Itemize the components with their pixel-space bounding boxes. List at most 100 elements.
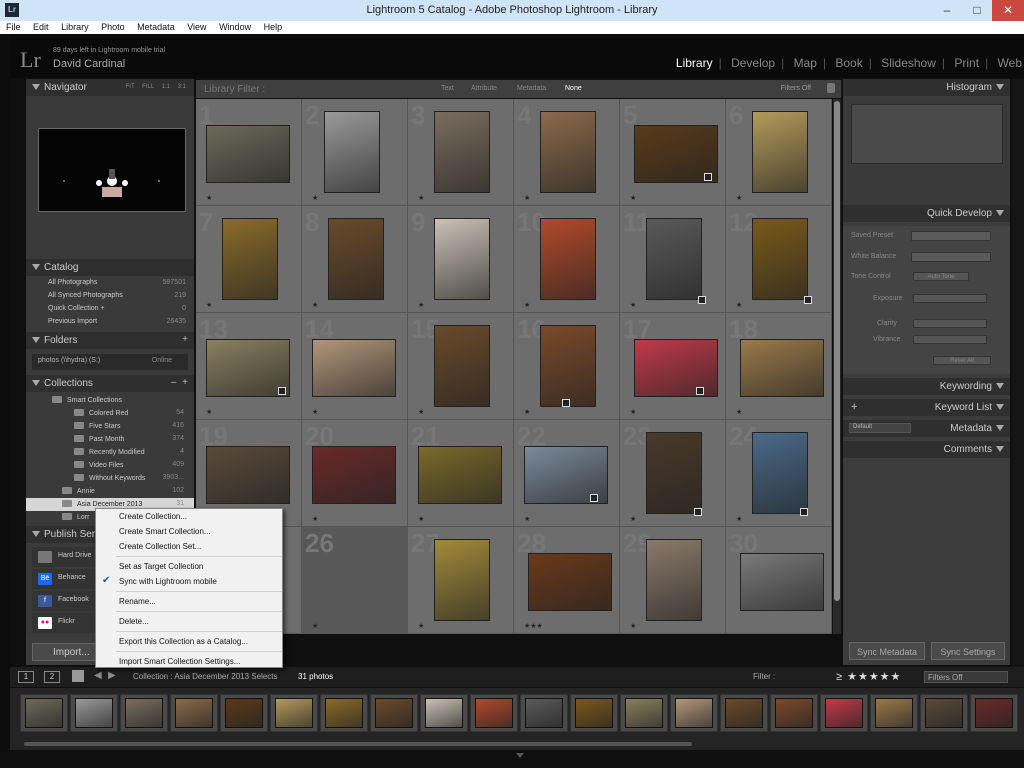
sync-metadata-button[interactable]: Sync Metadata: [849, 642, 925, 660]
grid-cell[interactable]: 17 ★: [620, 313, 726, 420]
star-rating[interactable]: ★★★: [524, 622, 543, 630]
menu-library[interactable]: Library: [61, 21, 89, 32]
grid-cell[interactable]: 11 ★: [620, 206, 726, 313]
primary-window-button[interactable]: 1: [18, 671, 34, 683]
star-rating[interactable]: ★: [312, 301, 318, 309]
photo-thumbnail[interactable]: [540, 218, 596, 300]
filmstrip-thumbnail[interactable]: [870, 694, 918, 732]
grid-view-icon[interactable]: [72, 670, 84, 682]
grid-scroll-thumb[interactable]: [834, 101, 840, 601]
photo-thumbnail[interactable]: [752, 432, 808, 514]
filter-attribute-tab[interactable]: Attribute: [471, 85, 497, 92]
edit-badge-icon[interactable]: [694, 508, 702, 516]
grid-cell[interactable]: 5 ★: [620, 99, 726, 206]
edit-badge-icon[interactable]: [804, 296, 812, 304]
grid-cell[interactable]: 23 ★: [620, 420, 726, 527]
photo-thumbnail[interactable]: [528, 553, 612, 611]
photo-thumbnail[interactable]: [646, 539, 702, 621]
photo-thumbnail[interactable]: [740, 339, 824, 397]
filter-metadata-tab[interactable]: Metadata: [517, 85, 546, 92]
photo-thumbnail[interactable]: [646, 218, 702, 300]
filmstrip-thumbnail[interactable]: [770, 694, 818, 732]
trial-notice[interactable]: 89 days left in Lightroom mobile trial: [53, 47, 165, 54]
star-rating[interactable]: ★: [630, 408, 636, 416]
filmstrip-filter-dropdown[interactable]: Filters Off: [924, 671, 1008, 683]
filmstrip-thumbnail[interactable]: [720, 694, 768, 732]
zoom-fit[interactable]: FIT: [126, 84, 135, 90]
minimize-button[interactable]: –: [932, 0, 962, 21]
collections-header[interactable]: Collections – +: [26, 375, 194, 392]
filmstrip-thumbnail[interactable]: [70, 694, 118, 732]
add-collection-button[interactable]: +: [182, 377, 188, 388]
histogram-header[interactable]: Histogram: [843, 79, 1010, 96]
module-print[interactable]: Print: [954, 56, 979, 70]
photo-thumbnail[interactable]: [222, 218, 278, 300]
filmstrip-thumbnail[interactable]: [20, 694, 68, 732]
edit-badge-icon[interactable]: [696, 387, 704, 395]
filmstrip-thumbnail[interactable]: [420, 694, 468, 732]
star-rating[interactable]: ★: [312, 194, 318, 202]
filmstrip-thumbnail[interactable]: [620, 694, 668, 732]
menu-view[interactable]: View: [187, 21, 206, 32]
menu-export-catalog[interactable]: Export this Collection as a Catalog...: [96, 634, 282, 649]
clarity-stepper[interactable]: [913, 319, 987, 328]
photo-thumbnail[interactable]: [206, 446, 290, 504]
photo-thumbnail[interactable]: [434, 111, 490, 193]
filmstrip-thumbnail[interactable]: [670, 694, 718, 732]
edit-badge-icon[interactable]: [278, 387, 286, 395]
sync-settings-button[interactable]: Sync Settings: [931, 642, 1005, 660]
grid-cell[interactable]: 24 ★: [726, 420, 832, 527]
grid-cell[interactable]: 18 ★: [726, 313, 832, 420]
keyword-list-header[interactable]: + Keyword List: [843, 399, 1010, 416]
menu-create-collection[interactable]: Create Collection...: [96, 509, 282, 524]
filmstrip-source[interactable]: Collection : Asia December 2013 Selects: [133, 672, 278, 681]
smart-collection-item[interactable]: Colored Red 54: [26, 407, 194, 420]
photo-thumbnail[interactable]: [752, 218, 808, 300]
filmstrip-thumbnail[interactable]: [970, 694, 1018, 732]
catalog-row-all[interactable]: All Photographs 597501: [26, 277, 194, 290]
filmstrip-thumbnail[interactable]: [570, 694, 618, 732]
grid-cell[interactable]: 28 ★★★: [514, 527, 620, 634]
smart-collection-item[interactable]: Without Keywords 3903...: [26, 472, 194, 485]
photo-thumbnail[interactable]: [206, 125, 290, 183]
star-rating[interactable]: ★: [524, 408, 530, 416]
star-rating[interactable]: ★: [312, 515, 318, 523]
star-rating[interactable]: ★: [630, 194, 636, 202]
star-rating[interactable]: ★: [524, 194, 530, 202]
module-slideshow[interactable]: Slideshow: [881, 56, 936, 70]
star-rating[interactable]: ★: [206, 408, 212, 416]
photo-thumbnail[interactable]: [418, 446, 502, 504]
menu-edit[interactable]: Edit: [33, 21, 49, 32]
star-rating[interactable]: ★: [630, 301, 636, 309]
photo-thumbnail[interactable]: [434, 325, 490, 407]
photo-thumbnail[interactable]: [312, 446, 396, 504]
forward-arrow-icon[interactable]: ▶: [108, 670, 116, 681]
star-rating[interactable]: ★: [736, 194, 742, 202]
edit-badge-icon[interactable]: [562, 399, 570, 407]
catalog-row-synced[interactable]: All Synced Photographs 219: [26, 290, 194, 303]
module-develop[interactable]: Develop: [731, 56, 775, 70]
menu-set-target[interactable]: Set as Target Collection: [96, 559, 282, 574]
menu-delete[interactable]: Delete...: [96, 614, 282, 629]
filmstrip-thumbnail[interactable]: [170, 694, 218, 732]
edit-badge-icon[interactable]: [590, 494, 598, 502]
grid-cell[interactable]: 21 ★: [408, 420, 514, 527]
menu-photo[interactable]: Photo: [101, 21, 125, 32]
grid-cell[interactable]: 3 ★: [408, 99, 514, 206]
metadata-header[interactable]: Default Metadata: [843, 420, 1010, 437]
grid-cell[interactable]: 14 ★: [302, 313, 408, 420]
grid-cell[interactable]: 30: [726, 527, 832, 634]
smart-collection-item[interactable]: Five Stars 416: [26, 420, 194, 433]
menu-create-smart-collection[interactable]: Create Smart Collection...: [96, 524, 282, 539]
photo-thumbnail[interactable]: [634, 339, 718, 397]
catalog-header[interactable]: Catalog: [26, 259, 194, 276]
star-rating[interactable]: ★: [418, 408, 424, 416]
add-folder-button[interactable]: +: [182, 334, 188, 345]
photo-thumbnail[interactable]: [540, 325, 596, 407]
filmstrip-thumbnail[interactable]: [320, 694, 368, 732]
grid-cell[interactable]: 2 ★: [302, 99, 408, 206]
secondary-window-button[interactable]: 2: [44, 671, 60, 683]
star-rating[interactable]: ★: [312, 622, 318, 630]
grid-scrollbar[interactable]: [833, 99, 841, 634]
smart-collection-item[interactable]: Recently Modified 4: [26, 446, 194, 459]
